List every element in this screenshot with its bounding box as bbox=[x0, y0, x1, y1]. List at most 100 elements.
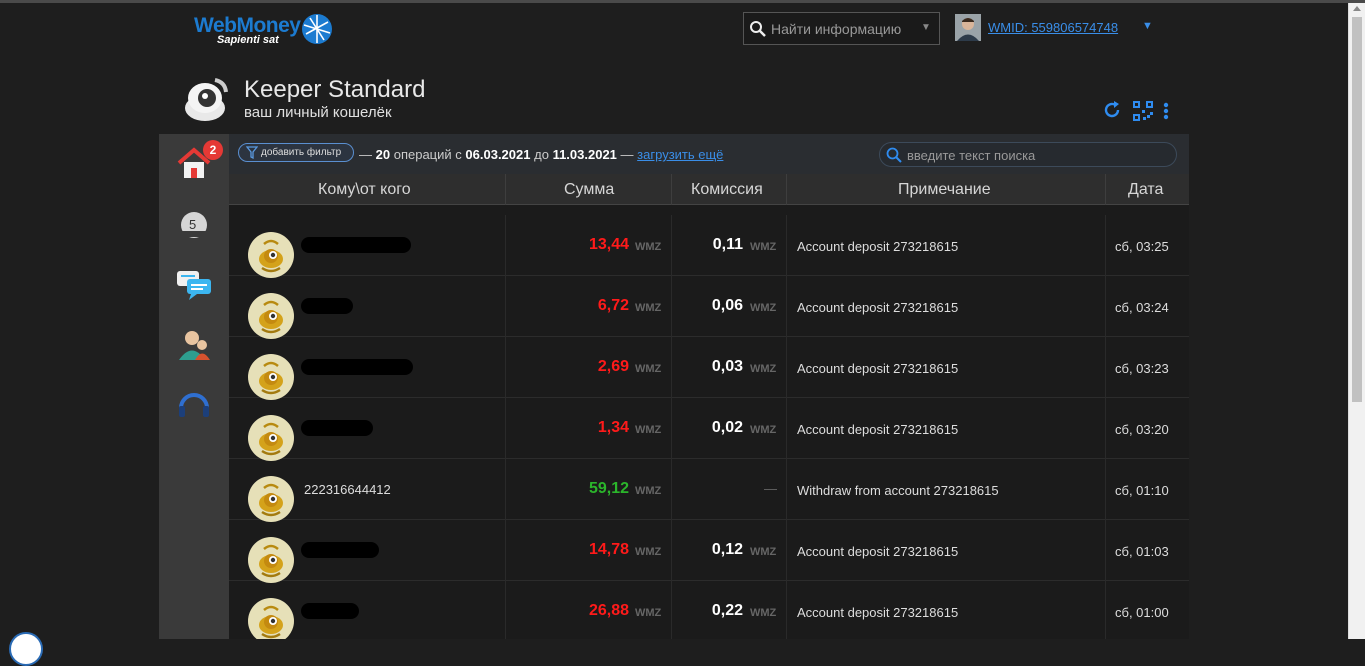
table-row[interactable]: 2,69 WMZ 0,03 WMZ Account deposit 273218615 с… bbox=[229, 337, 1189, 400]
ops-dash: — bbox=[359, 147, 372, 162]
ops-dash-2: — bbox=[620, 147, 634, 162]
operations-search-input[interactable]: введите текст поиска bbox=[879, 142, 1177, 167]
fee-value: 0,11 bbox=[712, 236, 743, 253]
cell-divider bbox=[786, 520, 787, 581]
fee-currency: WMZ bbox=[750, 363, 777, 375]
cell-divider bbox=[671, 276, 672, 337]
page-subtitle: ваш личный кошелёк bbox=[244, 104, 392, 121]
table-header: Кому\от кого Сумма Комиссия Примечание Д… bbox=[229, 174, 1189, 205]
date-text: сб, 03:25 bbox=[1115, 239, 1169, 254]
sidebar-item-messages[interactable] bbox=[176, 267, 212, 303]
col-divider bbox=[1105, 174, 1106, 205]
cell-divider bbox=[671, 520, 672, 581]
add-filter-label: добавить фильтр bbox=[261, 147, 342, 158]
note-text: Account deposit 273218615 bbox=[797, 422, 959, 437]
cell-divider bbox=[505, 581, 506, 639]
col-date[interactable]: Дата bbox=[1128, 181, 1163, 199]
bottom-widget-circle[interactable] bbox=[9, 632, 43, 666]
cell-divider bbox=[1105, 581, 1106, 639]
scrollbar-thumb[interactable] bbox=[1352, 17, 1362, 402]
sidebar-item-support[interactable] bbox=[176, 386, 212, 422]
col-divider bbox=[786, 174, 787, 205]
amount-value: 59,12 bbox=[588, 480, 629, 497]
scrollbar[interactable] bbox=[1348, 3, 1365, 639]
cell-divider bbox=[1105, 276, 1106, 337]
date-text: сб, 03:20 bbox=[1115, 422, 1169, 437]
fee-empty: — bbox=[764, 481, 777, 496]
user-photo-icon bbox=[955, 14, 981, 41]
cell-divider bbox=[1105, 398, 1106, 459]
col-who[interactable]: Кому\от кого bbox=[318, 181, 411, 199]
col-amount[interactable]: Сумма bbox=[564, 181, 614, 199]
note-text: Account deposit 273218615 bbox=[797, 544, 959, 559]
table-row[interactable]: 26,88 WMZ 0,22 WMZ Account deposit 273218615… bbox=[229, 581, 1189, 639]
amount-currency: WMZ bbox=[635, 424, 662, 436]
table-row[interactable]: 1,34 WMZ 0,02 WMZ Account deposit 273218615 с… bbox=[229, 398, 1189, 461]
cell-divider bbox=[671, 459, 672, 520]
col-note[interactable]: Примечание bbox=[898, 181, 991, 199]
date-text: сб, 03:24 bbox=[1115, 300, 1169, 315]
transactions-table: 13,44 WMZ 0,11 WMZ Account deposit 273218615… bbox=[229, 205, 1189, 639]
cell-divider bbox=[1105, 520, 1106, 581]
sidebar-item-events[interactable]: 5 bbox=[176, 207, 212, 243]
redacted-counterparty bbox=[301, 603, 359, 619]
table-row[interactable]: 14,78 WMZ 0,12 WMZ Account deposit 273218615… bbox=[229, 520, 1189, 583]
wmid-chevron-down-icon[interactable]: ▼ bbox=[1142, 20, 1153, 32]
date-to: 11.03.2021 bbox=[552, 147, 617, 162]
fee-currency: WMZ bbox=[750, 302, 777, 314]
cell-divider bbox=[505, 459, 506, 520]
wm-avatar-icon[interactable] bbox=[248, 598, 294, 639]
note-text: Withdraw from account 273218615 bbox=[797, 483, 999, 498]
page-title: Keeper Standard bbox=[244, 76, 426, 103]
amount-value: 6,72 bbox=[597, 297, 629, 314]
fee-currency: WMZ bbox=[750, 424, 777, 436]
date-text: сб, 01:00 bbox=[1115, 605, 1169, 620]
load-more-link[interactable]: загрузить ещё bbox=[637, 147, 723, 162]
amount-currency: WMZ bbox=[635, 485, 662, 497]
cell-divider bbox=[786, 215, 787, 276]
globe-icon bbox=[302, 14, 332, 44]
fee-value: 0,03 bbox=[711, 358, 743, 375]
cell-divider bbox=[671, 398, 672, 459]
add-filter-button[interactable]: добавить фильтр bbox=[238, 143, 354, 162]
redacted-counterparty bbox=[301, 298, 353, 314]
chat-icon bbox=[177, 271, 211, 300]
fee-value: 0,02 bbox=[711, 419, 743, 436]
ops-word: операций bbox=[393, 147, 452, 162]
ops-count: 20 bbox=[375, 147, 391, 162]
wmid-link[interactable]: WMID: 559806574748 bbox=[988, 20, 1118, 35]
webmoney-logo[interactable]: WebMoney Sapienti sat bbox=[194, 12, 339, 48]
top-search-box[interactable]: Найти информацию ▼ bbox=[743, 12, 940, 45]
fee-currency: WMZ bbox=[750, 546, 777, 558]
cell-divider bbox=[671, 337, 672, 398]
avatar[interactable] bbox=[955, 14, 981, 41]
table-row[interactable]: 13,44 WMZ 0,11 WMZ Account deposit 273218615… bbox=[229, 215, 1189, 278]
redacted-counterparty bbox=[301, 542, 379, 558]
cell-divider bbox=[786, 398, 787, 459]
chevron-down-icon[interactable]: ▼ bbox=[921, 22, 931, 33]
sidebar-item-contacts[interactable] bbox=[176, 327, 212, 363]
headset-icon bbox=[179, 393, 209, 417]
note-text: Account deposit 273218615 bbox=[797, 239, 959, 254]
refresh-icon[interactable] bbox=[1102, 100, 1122, 125]
events-count: 5 bbox=[189, 217, 197, 232]
redacted-counterparty bbox=[301, 237, 411, 253]
cell-divider bbox=[671, 215, 672, 276]
scroll-up-arrow[interactable] bbox=[1353, 6, 1361, 11]
cell-divider bbox=[505, 520, 506, 581]
cell-divider bbox=[1105, 337, 1106, 398]
qr-code-icon[interactable] bbox=[1132, 100, 1154, 127]
amount-value: 2,69 bbox=[597, 358, 629, 375]
search-icon bbox=[750, 21, 766, 37]
col-divider bbox=[505, 174, 506, 205]
fee-value: 0,22 bbox=[711, 602, 743, 619]
date-text: сб, 03:23 bbox=[1115, 361, 1169, 376]
table-row[interactable]: 222316644412 59,12 WMZ — Withdraw from accou… bbox=[229, 459, 1189, 522]
more-vertical-icon[interactable] bbox=[1162, 100, 1170, 127]
note-text: Account deposit 273218615 bbox=[797, 605, 959, 620]
logo-slogan: Sapienti sat bbox=[217, 34, 279, 46]
cell-divider bbox=[1105, 215, 1106, 276]
counterparty-wmid[interactable]: 222316644412 bbox=[304, 482, 391, 497]
table-row[interactable]: 6,72 WMZ 0,06 WMZ Account deposit 273218615 с… bbox=[229, 276, 1189, 339]
col-fee[interactable]: Комиссия bbox=[691, 181, 763, 199]
